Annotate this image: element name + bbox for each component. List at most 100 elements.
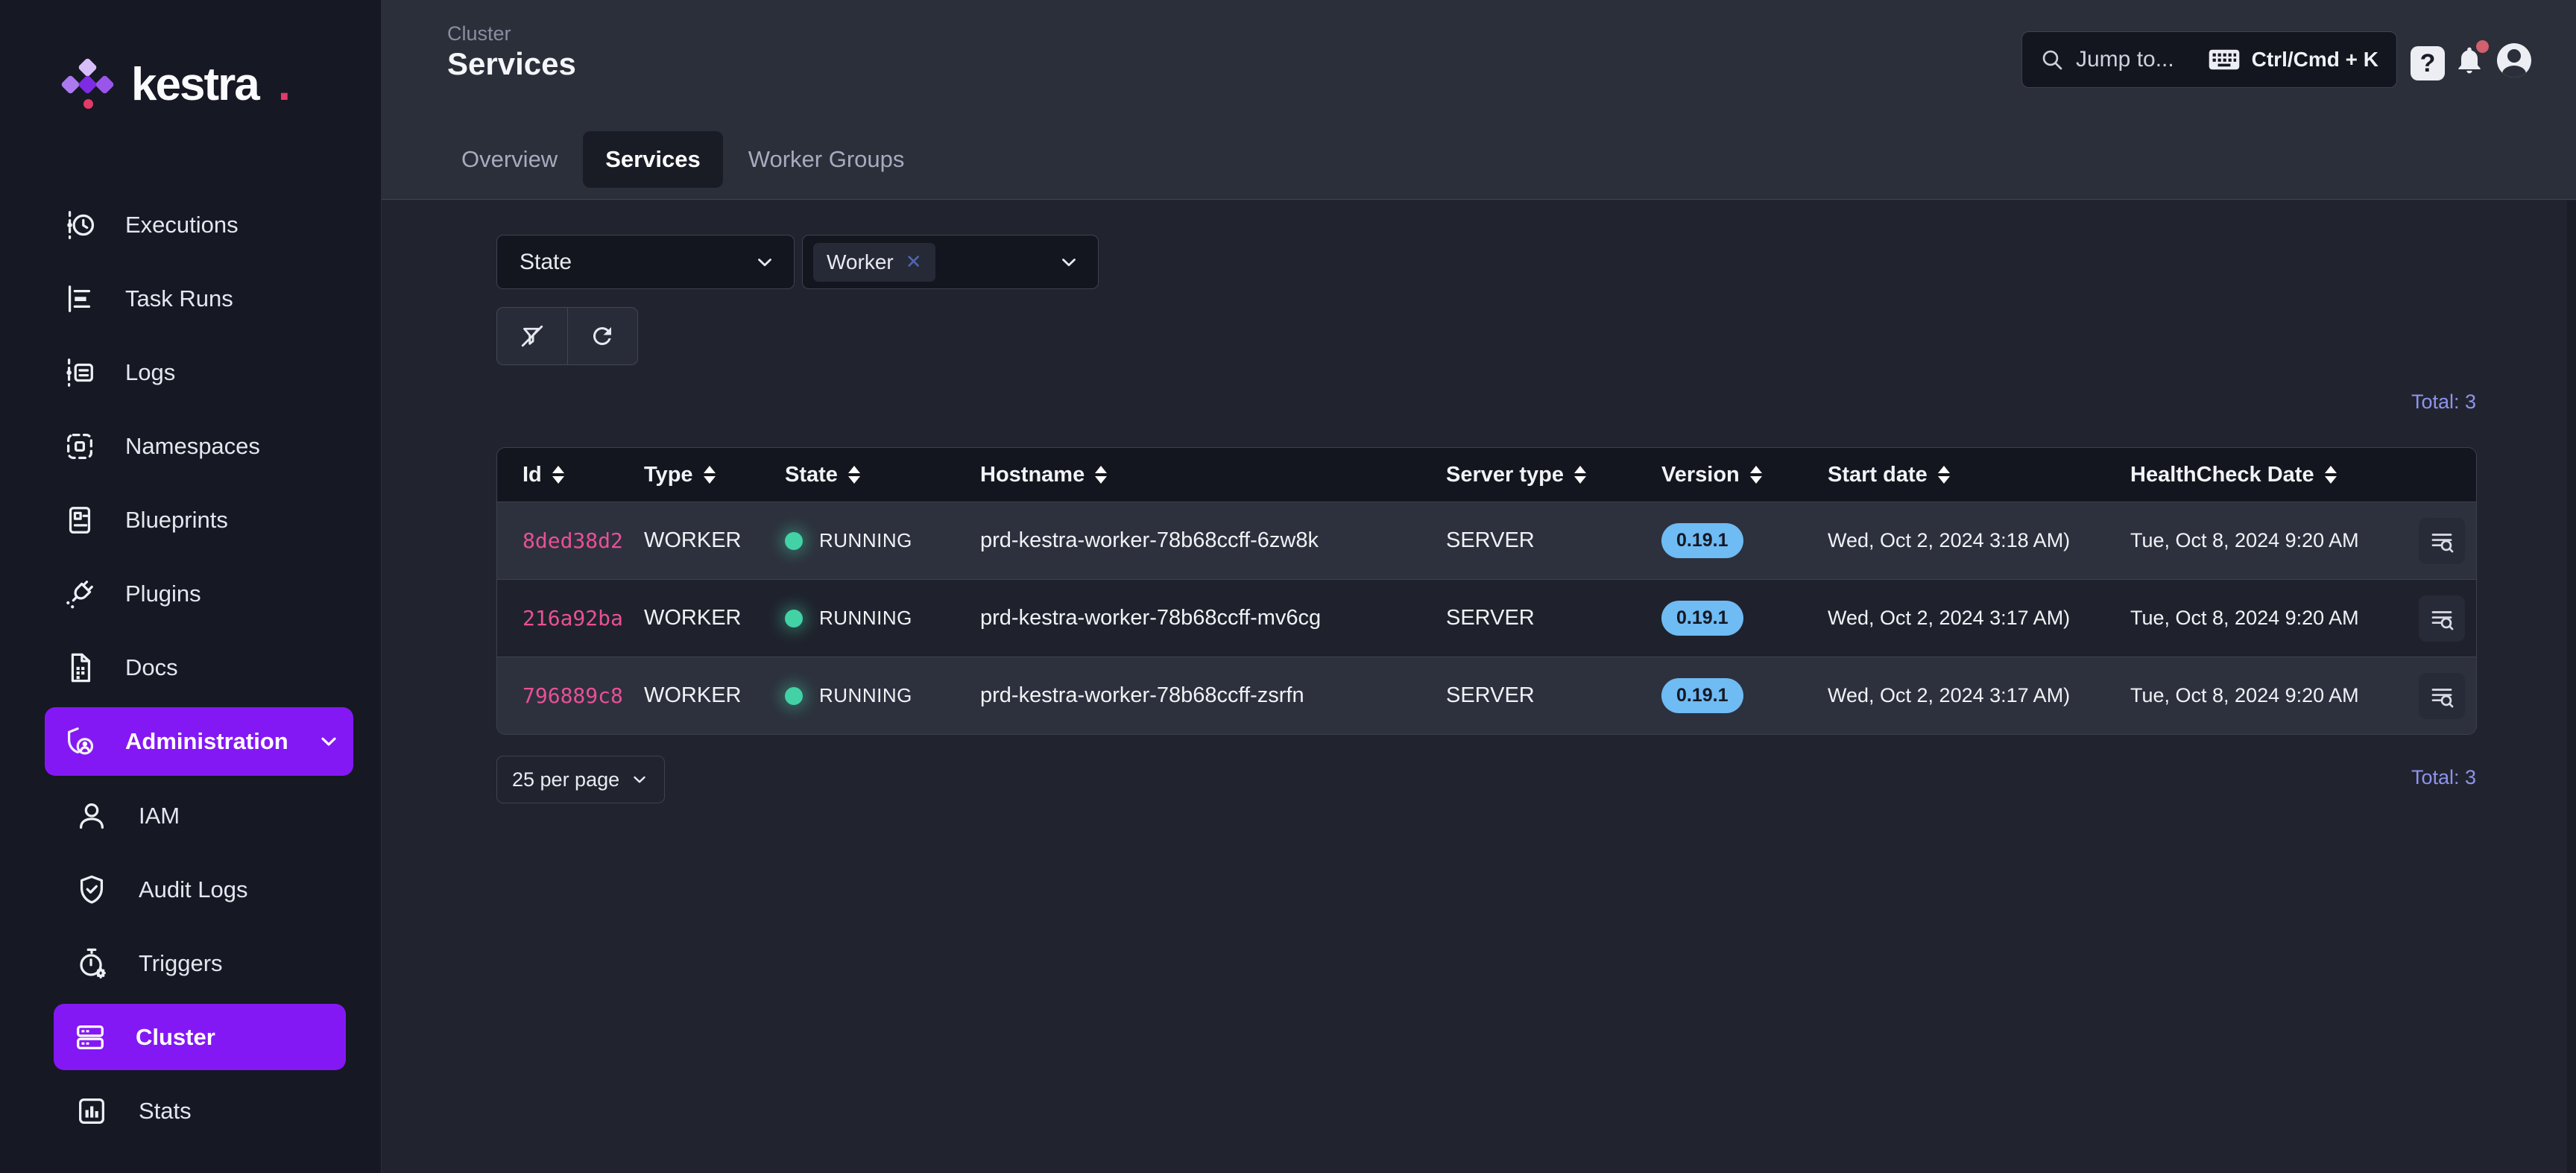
row-actions <box>2408 673 2476 719</box>
service-hostname: prd-kestra-worker-78b68ccff-6zw8k <box>980 528 1446 553</box>
logo-dot-icon <box>83 99 93 109</box>
column-label: Id <box>523 463 542 487</box>
service-healthcheck-date: Tue, Oct 8, 2024 9:20 AM <box>2130 529 2408 552</box>
sort-icon <box>1095 466 1107 484</box>
timeline-clock-icon <box>63 208 97 242</box>
sort-icon <box>1938 466 1950 484</box>
view-logs-button[interactable] <box>2419 595 2465 642</box>
kestra-logo[interactable]: kestra . <box>63 60 291 110</box>
logo-diamond <box>95 75 115 95</box>
sidebar-item-administration[interactable]: Administration <box>45 707 353 776</box>
page-size-label: 25 per page <box>512 768 619 791</box>
sidebar-item-plugins[interactable]: Plugins <box>0 557 381 630</box>
notifications-button[interactable] <box>2453 43 2489 80</box>
sidebar-item-task-runs[interactable]: Task Runs <box>0 262 381 335</box>
service-id-link[interactable]: 216a92ba <box>497 606 644 630</box>
version-badge: 0.19.1 <box>1661 601 1743 636</box>
plugins-icon <box>63 577 97 611</box>
sidebar-item-logs[interactable]: Logs <box>0 335 381 409</box>
logo-diamond <box>78 75 98 95</box>
column-label: Server type <box>1446 463 1564 487</box>
service-state: RUNNING <box>785 684 980 707</box>
column-label: Version <box>1661 463 1740 487</box>
sidebar-item-cluster[interactable]: Cluster <box>54 1004 346 1070</box>
kestra-logo-icon <box>63 60 112 110</box>
global-search-input[interactable]: Jump to... Ctrl/Cmd + K <box>2021 31 2397 88</box>
table-header-row: Id Type State Hostname Server type Versi… <box>497 448 2476 502</box>
sidebar-item-iam[interactable]: IAM <box>0 779 381 853</box>
shield-check-icon <box>75 873 109 907</box>
tab-worker-groups[interactable]: Worker Groups <box>745 131 908 188</box>
remove-tag-icon[interactable]: ✕ <box>906 250 922 274</box>
service-state: RUNNING <box>785 529 980 552</box>
scrollbar-track[interactable] <box>2567 200 2576 1173</box>
column-header-healthcheck-date[interactable]: HealthCheck Date <box>2130 463 2408 487</box>
tab-services[interactable]: Services <box>583 131 723 188</box>
service-version: 0.19.1 <box>1661 523 1828 558</box>
column-header-id[interactable]: Id <box>497 463 644 487</box>
column-header-server-type[interactable]: Server type <box>1446 463 1661 487</box>
chart-gantt-icon <box>63 282 97 316</box>
sidebar: kestra . Executions Task Runs <box>0 0 382 1173</box>
sidebar-item-docs[interactable]: Docs <box>0 630 381 704</box>
sidebar-item-label: IAM <box>139 803 180 829</box>
sidebar-item-label: Logs <box>125 359 175 386</box>
sidebar-item-executions[interactable]: Executions <box>0 188 381 262</box>
service-server-type: SERVER <box>1446 606 1661 630</box>
refresh-button[interactable] <box>567 308 638 364</box>
account-icon <box>75 799 109 833</box>
state-filter-select[interactable]: State <box>496 235 795 289</box>
column-header-hostname[interactable]: Hostname <box>980 463 1446 487</box>
sidebar-item-label: Blueprints <box>125 507 228 534</box>
view-logs-button[interactable] <box>2419 518 2465 564</box>
sidebar-item-stats[interactable]: Stats <box>0 1074 381 1148</box>
state-label: RUNNING <box>819 684 912 707</box>
sidebar-item-label: Task Runs <box>125 285 233 312</box>
sidebar-item-audit-logs[interactable]: Audit Logs <box>0 853 381 926</box>
blueprints-icon <box>63 503 97 537</box>
service-id-link[interactable]: 796889c8 <box>497 683 644 708</box>
column-header-state[interactable]: State <box>785 463 980 487</box>
docs-icon <box>63 651 97 685</box>
sidebar-item-blueprints[interactable]: Blueprints <box>0 483 381 557</box>
service-hostname: prd-kestra-worker-78b68ccff-zsrfn <box>980 683 1446 708</box>
help-button[interactable]: ? <box>2411 46 2445 80</box>
type-filter-select[interactable]: Worker ✕ <box>802 235 1099 289</box>
search-placeholder: Jump to... <box>2076 47 2174 72</box>
keyboard-icon <box>2209 48 2240 71</box>
sidebar-item-label: Cluster <box>136 1024 215 1051</box>
service-id-link[interactable]: 8ded38d2 <box>497 528 644 553</box>
search-icon <box>2040 48 2064 72</box>
worker-filter-tag: Worker ✕ <box>813 243 935 282</box>
column-label: Start date <box>1828 463 1928 487</box>
row-actions <box>2408 595 2476 642</box>
notification-badge <box>2476 40 2489 53</box>
sidebar-item-label: Triggers <box>139 950 223 977</box>
column-label: Hostname <box>980 463 1085 487</box>
column-header-type[interactable]: Type <box>644 463 785 487</box>
view-logs-button[interactable] <box>2419 673 2465 719</box>
service-type: WORKER <box>644 528 785 553</box>
column-label: HealthCheck Date <box>2130 463 2314 487</box>
total-count-bottom: Total: 3 <box>2411 766 2476 789</box>
column-header-start-date[interactable]: Start date <box>1828 463 2130 487</box>
column-label: State <box>785 463 838 487</box>
sort-icon <box>848 466 860 484</box>
filter-off-icon <box>519 323 546 350</box>
user-avatar[interactable] <box>2497 43 2531 78</box>
column-header-version[interactable]: Version <box>1661 463 1828 487</box>
server-icon <box>73 1020 107 1055</box>
logo-diamond <box>60 75 80 95</box>
service-start-date: Wed, Oct 2, 2024 3:18 AM) <box>1828 529 2130 552</box>
tab-overview[interactable]: Overview <box>458 131 561 188</box>
column-label: Type <box>644 463 693 487</box>
sidebar-item-label: Audit Logs <box>139 876 248 903</box>
sidebar-item-namespaces[interactable]: Namespaces <box>0 409 381 483</box>
breadcrumb[interactable]: Cluster <box>447 22 511 45</box>
sidebar-item-label: Namespaces <box>125 433 260 460</box>
table-row: 796889c8 WORKER RUNNING prd-kestra-worke… <box>497 657 2476 734</box>
sidebar-item-label: Executions <box>125 212 239 238</box>
page-size-select[interactable]: 25 per page <box>496 756 665 803</box>
clear-filters-button[interactable] <box>497 308 567 364</box>
sidebar-item-triggers[interactable]: Triggers <box>0 926 381 1000</box>
